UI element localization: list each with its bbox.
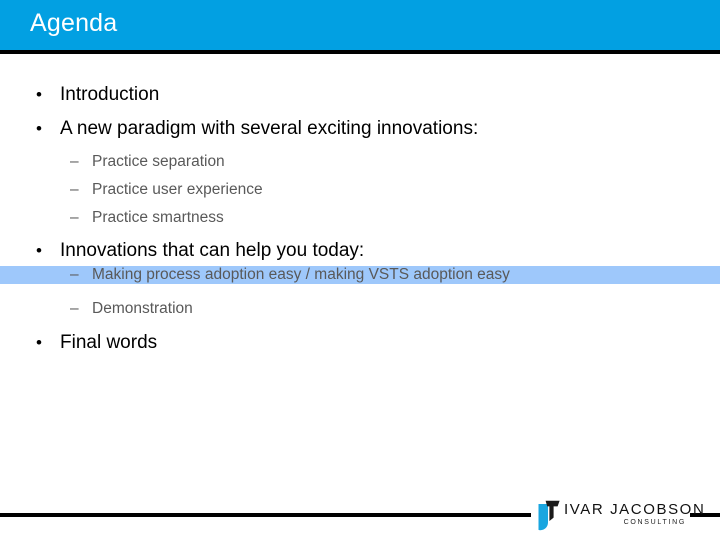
slide-footer: IVAR JACOBSON CONSULTING xyxy=(0,494,720,540)
bullet-label: Final words xyxy=(60,332,158,353)
bullet-dot-icon: • xyxy=(36,119,42,138)
bullet-item: • Innovations that can help you today: xyxy=(0,240,720,262)
bullet-row-inner: – Practice separation xyxy=(70,153,720,171)
slide-header-bar: Agenda xyxy=(0,0,720,50)
bullet-label: Demonstration xyxy=(92,300,193,317)
bullet-label: Practice user experience xyxy=(92,181,263,198)
page-title: Agenda xyxy=(30,9,118,37)
bullet-dash-icon: – xyxy=(70,153,79,170)
bullet-dot-icon: • xyxy=(36,241,42,260)
sub-bullet-item: – Demonstration xyxy=(0,300,720,318)
bullet-item: • Final words xyxy=(0,332,720,354)
logo-wordmark: IVAR JACOBSON CONSULTING xyxy=(564,501,706,527)
bullet-row-inner: • Final words xyxy=(36,332,720,354)
bullet-row-inner: • Introduction xyxy=(36,84,720,106)
sub-bullet-item: – Practice user experience xyxy=(0,181,720,199)
bullet-label: Introduction xyxy=(60,84,160,105)
bullet-dash-icon: – xyxy=(70,181,79,198)
bullet-label: Making process adoption easy / making VS… xyxy=(92,266,510,283)
bullet-label: Practice separation xyxy=(92,153,225,170)
slide-content-body: • Introduction • A new paradigm with severa… xyxy=(0,54,720,494)
bullet-row-inner: • Innovations that can help you today: xyxy=(36,240,720,262)
bullet-row-inner: – Practice user experience xyxy=(70,181,720,199)
bullet-dash-icon: – xyxy=(70,209,79,226)
bullet-item: • A new paradigm with several exciting in… xyxy=(0,118,720,140)
logo-company-name: IVAR JACOBSON xyxy=(564,501,706,518)
bullet-dash-icon: – xyxy=(70,266,79,283)
bullet-dot-icon: • xyxy=(36,85,42,104)
bullet-item: • Introduction xyxy=(0,84,720,106)
bullet-row-inner: – Demonstration xyxy=(70,300,720,318)
logo-tagline: CONSULTING xyxy=(623,519,686,526)
ivar-jacobson-logo-mark-icon xyxy=(534,500,562,531)
sub-bullet-item: – Practice separation xyxy=(0,153,720,171)
bullet-label: A new paradigm with several exciting inn… xyxy=(60,118,479,139)
bullet-label: Innovations that can help you today: xyxy=(60,240,365,261)
bullet-dash-icon: – xyxy=(70,300,79,317)
bullet-label: Practice smartness xyxy=(92,209,224,226)
sub-bullet-item: – Making process adoption easy / making V… xyxy=(0,266,720,284)
bullet-row-inner: – Making process adoption easy / making V… xyxy=(70,266,720,284)
footer-rule-left xyxy=(0,513,531,517)
bullet-dot-icon: • xyxy=(36,333,42,352)
sub-bullet-item: – Practice smartness xyxy=(0,209,720,227)
bullet-row-inner: – Practice smartness xyxy=(70,209,720,227)
bullet-row-inner: • A new paradigm with several exciting in… xyxy=(36,118,720,140)
ivar-jacobson-logo: IVAR JACOBSON CONSULTING xyxy=(534,497,706,533)
